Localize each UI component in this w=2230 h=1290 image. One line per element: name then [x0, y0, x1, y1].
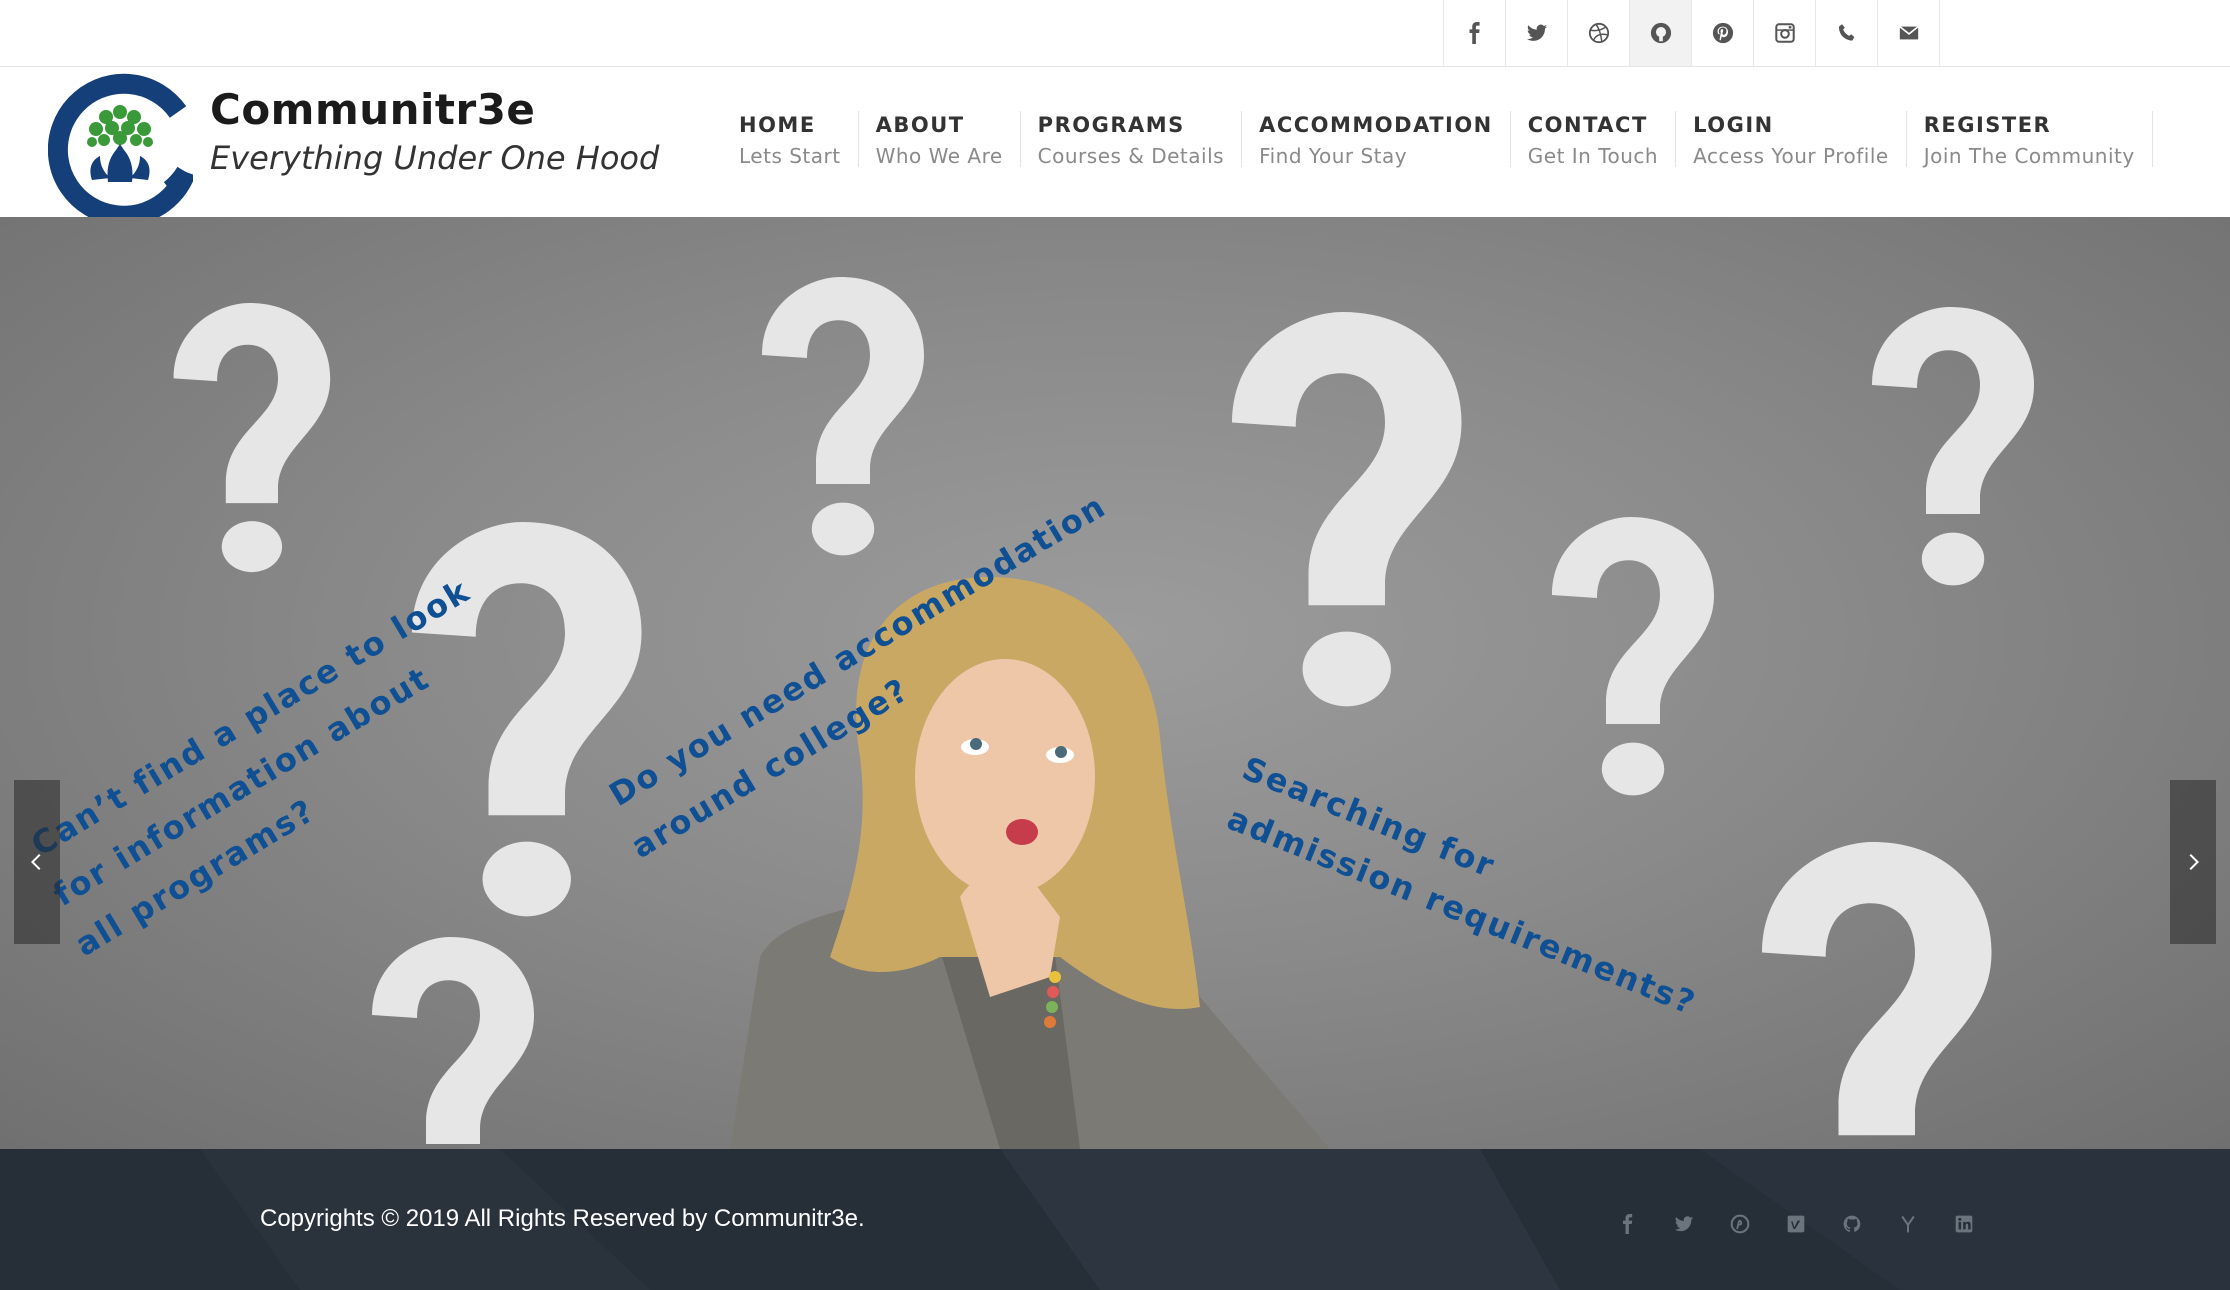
hacker-news-icon — [1901, 1215, 1915, 1233]
nav-sublabel: Find Your Stay — [1259, 144, 1408, 168]
facebook-link[interactable] — [1443, 0, 1505, 66]
nav-sublabel: Who We Are — [875, 144, 1003, 168]
vimeo-icon — [1787, 1215, 1805, 1233]
chevron-left-icon — [30, 853, 41, 871]
email-icon — [1898, 25, 1919, 40]
nav-item-login[interactable]: LOGIN Access Your Profile — [1676, 111, 1907, 168]
footer-social-icons — [1600, 1209, 1992, 1239]
github-link[interactable] — [1629, 0, 1691, 66]
facebook-icon — [1469, 22, 1480, 44]
slider-prev-button[interactable] — [14, 780, 60, 944]
nav-label: HOME — [739, 113, 816, 137]
nav-label: ABOUT — [875, 113, 965, 137]
hero-slide-image: Can’t find a place to look for informati… — [25, 277, 2034, 1149]
slider-next-button[interactable] — [2170, 780, 2216, 944]
dribbble-link[interactable] — [1567, 0, 1629, 66]
chevron-right-icon — [2189, 853, 2200, 871]
phone-icon — [1838, 24, 1854, 41]
nav-sublabel: Access Your Profile — [1693, 144, 1889, 168]
nav-label: LOGIN — [1693, 113, 1774, 137]
facebook-icon — [1623, 1214, 1633, 1234]
github-icon — [1843, 1215, 1861, 1232]
nav-sublabel: Join The Community — [1923, 144, 2135, 168]
brand-name[interactable]: Communitr3e — [210, 85, 535, 134]
footer-github-link[interactable] — [1824, 1209, 1880, 1239]
brand-tagline: Everything Under One Hood — [210, 139, 660, 177]
footer-pinterest-link[interactable] — [1712, 1209, 1768, 1239]
pinterest-icon — [1712, 22, 1733, 44]
nav-item-programs[interactable]: PROGRAMS Courses & Details — [1021, 111, 1243, 168]
twitter-icon — [1526, 24, 1547, 41]
site-footer: Copyrights © 2019 All Rights Reserved by… — [0, 1149, 2230, 1290]
hero-slider: Can’t find a place to look for informati… — [0, 217, 2230, 1149]
instagram-link[interactable] — [1753, 0, 1815, 66]
nav-sublabel: Courses & Details — [1037, 144, 1225, 168]
nav-item-about[interactable]: ABOUT Who We Are — [859, 111, 1021, 168]
dribbble-icon — [1588, 22, 1609, 44]
footer-linkedin-link[interactable] — [1936, 1209, 1992, 1239]
pinterest-icon — [1730, 1214, 1750, 1234]
twitter-icon — [1674, 1216, 1694, 1232]
site-header: Communitr3e Everything Under One Hood HO… — [0, 67, 2230, 226]
nav-label: REGISTER — [1923, 113, 2052, 137]
nav-item-register[interactable]: REGISTER Join The Community — [1907, 111, 2153, 168]
copyright-text: Copyrights © 2019 All Rights Reserved by… — [260, 1205, 865, 1232]
footer-hacker-news-link[interactable] — [1880, 1209, 1936, 1239]
footer-twitter-link[interactable] — [1656, 1209, 1712, 1239]
nav-label: CONTACT — [1527, 113, 1648, 137]
pinterest-link[interactable] — [1691, 0, 1753, 66]
instagram-icon — [1774, 23, 1795, 43]
caption-right-line-2: admission requirements? — [1222, 799, 1702, 1022]
caption-left-line-1: Can’t find a place to look — [25, 571, 477, 864]
nav-item-home[interactable]: HOME Lets Start — [722, 111, 859, 168]
footer-facebook-link[interactable] — [1600, 1209, 1656, 1239]
nav-sublabel: Get In Touch — [1527, 144, 1659, 168]
nav-label: ACCOMMODATION — [1259, 113, 1493, 137]
github-icon — [1650, 22, 1671, 44]
main-navigation: HOME Lets Start ABOUT Who We Are PROGRAM… — [722, 111, 2153, 187]
footer-vimeo-link[interactable] — [1768, 1209, 1824, 1239]
top-social-bar — [0, 0, 2230, 67]
nav-item-contact[interactable]: CONTACT Get In Touch — [1511, 111, 1677, 168]
nav-item-accommodation[interactable]: ACCOMMODATION Find Your Stay — [1242, 111, 1511, 168]
tree-hands-logo-icon — [47, 73, 196, 226]
brand-logo[interactable] — [47, 72, 196, 226]
email-link[interactable] — [1877, 0, 1940, 66]
phone-link[interactable] — [1815, 0, 1877, 66]
nav-label: PROGRAMS — [1037, 113, 1185, 137]
top-social-icons — [1443, 0, 1940, 66]
nav-sublabel: Lets Start — [739, 144, 841, 168]
twitter-link[interactable] — [1505, 0, 1567, 66]
linkedin-icon — [1955, 1215, 1973, 1233]
